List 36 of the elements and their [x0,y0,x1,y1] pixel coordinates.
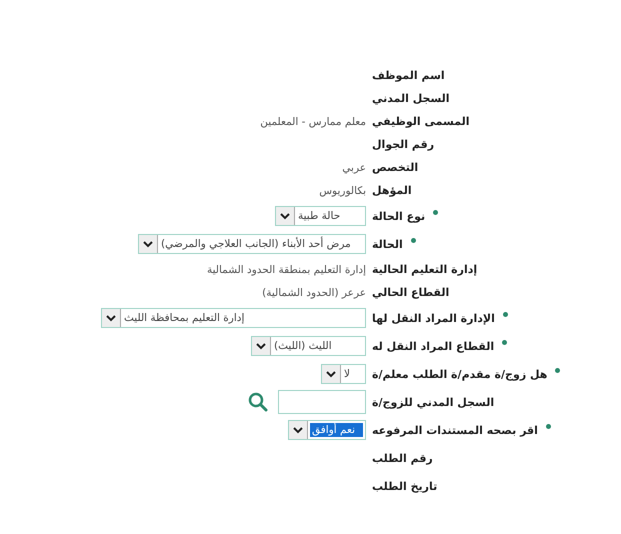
field-label: الإدارة المراد النقل لها [372,312,495,324]
field-label: إدارة التعليم الحالية [372,263,478,276]
caret-icon [326,370,336,378]
dropdown[interactable]: نعم أوافق [288,420,366,440]
field-label: تاريخ الطلب [372,480,438,492]
field-label: رقم الجوال [372,138,434,151]
field-value: عرعر (الحدود الشمالية) [262,286,366,298]
field-label: نوع الحالة [372,210,426,222]
field-label: القطاع الحالي [372,286,450,299]
field-value: معلم ممارس - المعلمين [260,116,366,128]
caret-icon [143,240,153,248]
dropdown[interactable]: لا [321,364,366,384]
caret-icon [280,212,290,220]
field-label: التخصص [372,161,418,174]
dropdown[interactable]: إدارة التعليم بمحافظة الليث [101,308,366,328]
field-label: المؤهل [372,184,412,197]
caret-icon [106,314,116,322]
dropdown[interactable]: مرض أحد الأبناء (الجانب العلاجي والمرضي) [138,234,366,254]
field-value: بكالوريوس [319,184,366,196]
caret-icon [293,426,303,434]
field-label: اقر بصحه المستندات المرفوعه [372,424,538,436]
input-field[interactable] [278,390,366,414]
dropdown[interactable]: الليث (الليث) [251,336,366,356]
field-label: السجل المدني [372,92,450,105]
field-value: إدارة التعليم بمنطقة الحدود الشمالية [206,264,366,276]
field-label: الحالة [372,238,403,250]
field-label: القطاع المراد النقل له [372,340,494,352]
field-label: المسمى الوظيفي [372,115,470,128]
field-label: هل زوج/ة مقدم/ة الطلب معلم/ة [372,368,548,380]
search-icon[interactable] [248,392,268,412]
field-label: السجل المدني للزوج/ة [372,396,494,408]
field-label: اسم الموظف [372,69,445,82]
dropdown[interactable]: حالة طبية [275,206,366,226]
field-value: عربي [342,162,366,174]
field-label: رقم الطلب [372,452,433,464]
caret-icon [256,342,266,350]
